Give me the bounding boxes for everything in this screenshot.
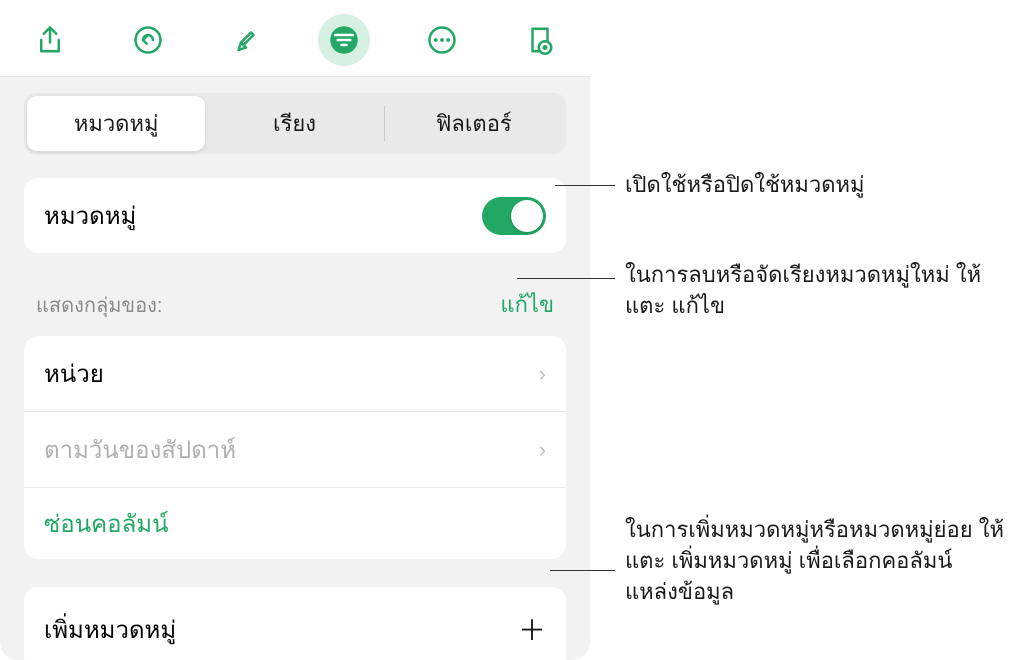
annotation-toggle: เปิดใช้หรือปิดใช้หมวดหมู่ bbox=[625, 170, 865, 201]
toggle-thumb bbox=[511, 200, 543, 232]
group-row-label: หน่วย bbox=[44, 354, 104, 393]
callout-line bbox=[517, 278, 615, 279]
category-toggle-row: หมวดหมู่ bbox=[24, 178, 566, 253]
plus-icon: ＋ bbox=[518, 609, 546, 649]
more-icon bbox=[427, 25, 457, 55]
note-preview-button[interactable] bbox=[514, 14, 566, 66]
brush-button[interactable] bbox=[220, 14, 272, 66]
chevron-right-icon: › bbox=[539, 361, 546, 387]
group-header-label: แสดงกลุ่มของ: bbox=[36, 289, 162, 321]
edit-link[interactable]: แก้ไข bbox=[500, 287, 554, 322]
organize-button[interactable] bbox=[318, 14, 370, 66]
tab-sort[interactable]: เรียง bbox=[205, 96, 383, 151]
undo-button[interactable] bbox=[122, 14, 174, 66]
group-row-unit[interactable]: หน่วย › bbox=[24, 336, 566, 412]
hide-column-link[interactable]: ซ่อนคอลัมน์ bbox=[24, 488, 566, 559]
add-category-button[interactable]: เพิ่มหมวดหมู่ ＋ bbox=[24, 587, 566, 660]
group-row-label: ตามวันของสัปดาห์ bbox=[44, 430, 236, 469]
category-toggle[interactable] bbox=[482, 197, 546, 235]
toggle-label: หมวดหมู่ bbox=[44, 196, 136, 235]
chevron-right-icon: › bbox=[539, 437, 546, 463]
note-preview-icon bbox=[525, 25, 555, 55]
annotations-area: เปิดใช้หรือปิดใช้หมวดหมู่ ในการลบหรือจัด… bbox=[590, 0, 1013, 660]
segmented-control: หมวดหมู่ เรียง ฟิลเตอร์ bbox=[24, 93, 566, 154]
group-row-weekday[interactable]: ตามวันของสัปดาห์ › bbox=[24, 412, 566, 488]
tab-filter[interactable]: ฟิลเตอร์ bbox=[385, 96, 563, 151]
toolbar bbox=[0, 0, 590, 77]
share-button[interactable] bbox=[24, 14, 76, 66]
undo-icon bbox=[133, 25, 163, 55]
groups-card: หน่วย › ตามวันของสัปดาห์ › ซ่อนคอลัมน์ bbox=[24, 336, 566, 559]
annotation-edit: ในการลบหรือจัดเรียงหมวดหมู่ใหม่ ให้แตะ แ… bbox=[625, 260, 985, 322]
brush-icon bbox=[231, 25, 261, 55]
tab-categories[interactable]: หมวดหมู่ bbox=[27, 96, 205, 151]
add-category-label: เพิ่มหมวดหมู่ bbox=[44, 610, 176, 649]
filter-icon bbox=[329, 25, 359, 55]
annotation-add: ในการเพิ่มหมวดหมู่หรือหมวดหมู่ย่อย ให้แต… bbox=[625, 515, 1005, 607]
add-category-card: เพิ่มหมวดหมู่ ＋ bbox=[24, 587, 566, 660]
more-button[interactable] bbox=[416, 14, 468, 66]
toggle-card: หมวดหมู่ bbox=[24, 178, 566, 253]
callout-line bbox=[555, 185, 615, 186]
group-section-header: แสดงกลุ่มของ: แก้ไข bbox=[0, 261, 590, 328]
share-icon bbox=[35, 25, 65, 55]
settings-panel: หมวดหมู่ เรียง ฟิลเตอร์ หมวดหมู่ แสดงกลุ… bbox=[0, 0, 590, 660]
callout-line bbox=[550, 570, 615, 571]
